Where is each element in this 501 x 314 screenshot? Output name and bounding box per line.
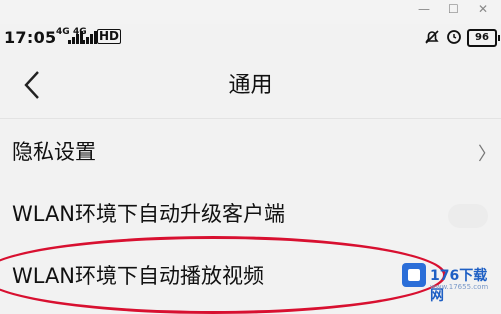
chevron-right-icon: 〉 [478,144,496,165]
maximize-icon[interactable]: ☐ [448,2,459,16]
close-icon[interactable]: ✕ [478,2,488,16]
signal-bars-2-icon [82,28,97,44]
highlight-ellipse [0,236,446,314]
divider [0,118,501,119]
status-time: 17:05 [4,28,57,47]
alarm-icon [446,29,462,49]
bell-muted-icon [424,29,440,49]
battery-indicator: 96 [467,29,500,47]
row-label: WLAN环境下自动升级客户端 [12,202,286,226]
settings-row-auto-upgrade[interactable]: WLAN环境下自动升级客户端 [0,184,501,244]
nav-bar: 通用 [0,52,501,117]
status-bar: 17:05 4G 4G HD 96 [0,24,501,52]
watermark-site: www.17655.com [430,283,489,291]
settings-row-privacy[interactable]: 隐私设置 〉 [0,122,501,182]
hd-badge: HD [97,29,122,44]
toggle-switch[interactable] [448,204,488,228]
row-label: 隐私设置 [12,140,96,164]
watermark-logo: 176下载网 www.17655.com [402,259,494,304]
page-title: 通用 [228,73,273,98]
window-title-bar: — ☐ ✕ [0,0,501,24]
minimize-icon[interactable]: — [418,2,430,16]
watermark-logo-icon [402,263,426,287]
